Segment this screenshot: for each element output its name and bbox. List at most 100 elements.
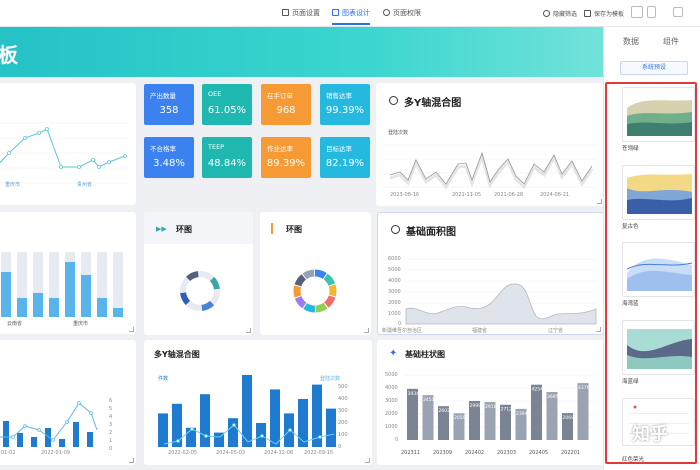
bar-value-label: 2069	[563, 415, 575, 421]
x-label: 2024-05-03	[216, 450, 246, 456]
mobile-view-icon[interactable]	[647, 6, 656, 18]
area-series	[405, 283, 597, 325]
x-label: 重庆市	[5, 182, 21, 188]
kpi-card-orders[interactable]: 在手订单 968	[261, 84, 311, 125]
tab-page-settings[interactable]: 页面设置	[282, 8, 320, 18]
kpi-card-teep[interactable]: TEEP 48.84%	[202, 137, 252, 178]
basic-bar-chart: 39343451 26022059 2999 2918 27122394 42543695…	[403, 374, 595, 440]
theme-thumb-retro[interactable]	[622, 165, 695, 220]
x-label: 2024-12-08	[264, 450, 294, 456]
theme-name: 复古色	[622, 224, 639, 230]
y-tick: 0	[109, 446, 113, 452]
kpi-card-work-rate[interactable]: 作业达率 89.39%	[261, 137, 311, 178]
y-tick: 6	[109, 398, 113, 404]
bookmark-icon	[282, 9, 289, 16]
resize-handle[interactable]	[597, 199, 602, 204]
line-chart	[0, 122, 128, 184]
area-chart	[405, 258, 597, 325]
x-label: 辽宁省	[548, 328, 564, 334]
kpi-card-target-rate[interactable]: 目标达率 82.19%	[320, 137, 370, 178]
x-label: 2021-11-05	[452, 192, 482, 198]
kpi-card-defect-rate[interactable]: 不合格率 3.48%	[144, 137, 194, 178]
save-icon	[584, 10, 591, 17]
copy-icon[interactable]	[673, 7, 683, 17]
bar-value-label: 2918	[485, 404, 497, 410]
y-tick: 3	[109, 422, 113, 428]
x-label: 2022-01-09	[41, 450, 71, 456]
multi-y-chart-panel-bottom[interactable]: 多Y轴混合图 件数 登陆次数 500 400 300 200 100 0 202…	[144, 340, 372, 465]
bar	[326, 408, 336, 447]
theme-name: 苍翎绿	[622, 146, 639, 152]
ring-chart-panel-2[interactable]: 环图	[260, 212, 371, 335]
bar	[270, 389, 280, 447]
x-label: 202309	[433, 450, 453, 456]
ring-chart	[180, 271, 220, 311]
bar	[158, 413, 168, 447]
x-label: 重庆市	[73, 321, 89, 327]
resize-handle[interactable]	[596, 327, 601, 332]
tab-components[interactable]: 组件	[663, 36, 679, 47]
x-label: 2024-08-21	[540, 192, 570, 198]
ring-chart	[293, 269, 337, 313]
multi-y-chart-panel[interactable]: 多Y轴混合图 登陆次数 2023-08-16 2021-11-05 2021-0…	[376, 83, 604, 206]
x-label: 福建省	[472, 328, 488, 334]
kpi-card-sales-rate[interactable]: 销售达率 99.39%	[320, 84, 370, 125]
y-tick: 2	[109, 430, 113, 436]
bar-value-label: 3451	[423, 397, 435, 403]
resize-handle[interactable]	[364, 328, 369, 333]
bar-value-label: 4254	[532, 387, 544, 393]
desktop-view-icon[interactable]	[631, 6, 643, 18]
x-label: 2022-09-15	[304, 450, 334, 456]
x-label: 贵州省	[77, 182, 93, 188]
y-tick: 4	[109, 414, 113, 420]
resize-handle[interactable]	[129, 327, 134, 332]
watermark: 知乎	[632, 424, 668, 445]
bar-value-label: 2394	[516, 411, 528, 417]
x-label: 202402	[465, 450, 485, 456]
resize-handle[interactable]	[129, 458, 134, 463]
header-banner: 板	[0, 27, 610, 77]
hide-filter-button[interactable]: 隐藏筛选	[543, 9, 577, 18]
bar	[577, 383, 589, 440]
kpi-card-output[interactable]: 产出数量 358	[144, 84, 194, 125]
bar-chart-panel[interactable]: 云南省 重庆市	[0, 212, 136, 334]
multi-y-line-chart	[386, 144, 596, 190]
x-label: 202201	[561, 450, 581, 456]
tab-data[interactable]: 数据	[623, 36, 639, 47]
dashboard-canvas: 板 重庆市 贵州省 产出数量 358 OEE 61.05% 在手订单 968 销售达率…	[0, 27, 610, 470]
multi-y-bar-line-chart	[158, 375, 336, 447]
resize-handle[interactable]	[246, 328, 251, 333]
bar-value-label: 2712	[501, 407, 513, 413]
basic-bar-chart-panel[interactable]: ✦ 基础柱状图 5000 4000 3000 2000 1000 0 3934 3…	[377, 340, 604, 465]
top-bar: 页面设置 图表设计 页面权限 隐藏筛选 保存为模板	[0, 0, 700, 27]
x-label: 202303	[497, 450, 517, 456]
theme-thumb-green[interactable]	[622, 87, 695, 142]
mixed-chart-panel-left[interactable]: 6 5 4 3 2 1 0 01-02 2022-01-09	[0, 340, 136, 465]
bar-chart	[1, 252, 123, 317]
x-label: 云南省	[7, 321, 23, 327]
mixed-chart	[0, 401, 98, 447]
bar-value-label: 2602	[439, 408, 451, 414]
bar	[298, 399, 308, 447]
bar-value-label: 3695	[547, 394, 559, 400]
x-label: 2021-06-28	[494, 192, 524, 198]
x-label: 01-02	[1, 450, 16, 456]
ring-chart-panel-1[interactable]: ▶▶ 环图	[144, 212, 253, 335]
theme-thumb-sea-green[interactable]	[622, 320, 695, 375]
area-chart-panel[interactable]: 基础面积图 6000 5000 4000 3000 2000 1000 0 新疆…	[377, 212, 604, 335]
bar-value-label: 2059	[454, 415, 466, 421]
banner-title: 板	[0, 43, 18, 67]
theme-name: 红色荣光	[622, 457, 645, 463]
x-label: 新疆维吾尔自治区	[382, 328, 423, 334]
save-template-button[interactable]: 保存为模板	[584, 9, 624, 18]
system-preset-button[interactable]: 系统预设	[620, 61, 688, 75]
line-chart-panel[interactable]: 重庆市 贵州省	[0, 83, 136, 205]
bar-value-label: 3934	[408, 391, 420, 397]
eye-icon	[543, 10, 550, 17]
tab-chart-design[interactable]: 图表设计	[332, 8, 370, 25]
kpi-card-oee[interactable]: OEE 61.05%	[202, 84, 252, 125]
theme-thumb-bay-blue[interactable]	[622, 242, 695, 297]
resize-handle[interactable]	[365, 458, 370, 463]
tab-page-permissions[interactable]: 页面权限	[383, 8, 421, 18]
bar	[531, 384, 542, 440]
